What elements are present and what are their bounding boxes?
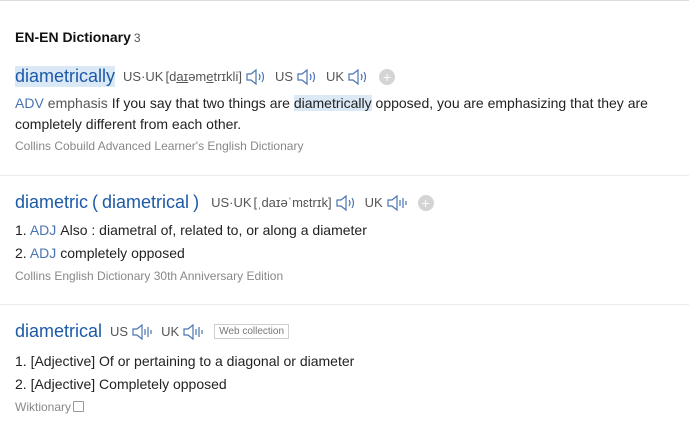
part-of-speech: ADJ	[29, 245, 57, 261]
pron-label-us: US	[274, 69, 294, 84]
entry-headline: diametrical US UK Web collection	[15, 321, 687, 342]
pron-label-uk: UK	[364, 195, 383, 210]
entry-divider	[0, 304, 689, 305]
source-link[interactable]: Wiktionary	[15, 400, 687, 414]
speaker-bars-icon-uk[interactable]	[182, 323, 204, 341]
result-count: 3	[133, 31, 141, 45]
pron-label-us-uk: US·UK	[211, 195, 252, 210]
entry-headline: diametrically US·UK [daɪəmetrɪkli] US UK…	[15, 66, 687, 87]
external-link-icon	[73, 401, 85, 412]
section-title-text: EN-EN Dictionary	[15, 29, 131, 45]
sense-item: 1. ADJ Also : diametral of, related to, o…	[15, 222, 367, 238]
phonetic: [daɪəmetrɪkli]	[165, 69, 242, 84]
section-title: EN-EN Dictionary 3	[15, 29, 141, 45]
entry-diametric: diametric ( diametrical ) US·UK [ˌdaɪəˈm…	[15, 192, 687, 283]
sense-list: 1. [Adjective] Of or pertaining to a dia…	[15, 350, 687, 396]
source-label: Collins Cobuild Advanced Learner's Engli…	[15, 139, 304, 153]
sense-item: 2. [Adjective] Completely opposed	[15, 376, 227, 392]
pron-label-uk: UK	[326, 69, 345, 84]
speaker-bars-icon-us[interactable]	[131, 323, 153, 341]
part-of-speech: ADV	[15, 95, 44, 111]
sense-list: 1. ADJ Also : diametral of, related to, o…	[15, 219, 687, 265]
source-label: Collins English Dictionary 30th Annivers…	[15, 269, 284, 283]
pron-label-us-uk: US·UK	[123, 69, 164, 84]
speaker-bars-icon-uk[interactable]	[386, 194, 408, 212]
headword-link[interactable]: diametrical	[15, 321, 102, 342]
pron-label-us: US	[110, 324, 129, 339]
speaker-icon-uk[interactable]	[347, 68, 369, 86]
highlighted-word: diametrically	[293, 95, 372, 111]
speaker-icon[interactable]	[245, 68, 267, 86]
entry-divider	[0, 175, 689, 176]
entry-diametrical: diametrical US UK Web collection 1. [Adj…	[15, 321, 687, 414]
part-of-speech: ADJ	[29, 222, 57, 238]
entry-headline: diametric ( diametrical ) US·UK [ˌdaɪəˈm…	[15, 192, 687, 213]
speaker-icon[interactable]	[335, 194, 357, 212]
entry-diametrically: diametrically US·UK [daɪəmetrɪkli] US UK…	[15, 66, 687, 153]
source-label: Wiktionary	[15, 400, 72, 414]
sense-item: 2. ADJ completely opposed	[15, 245, 185, 261]
web-collection-tag: Web collection	[214, 324, 290, 339]
sense-item: 1. [Adjective] Of or pertaining to a dia…	[15, 353, 355, 369]
usage-label: emphasis	[47, 95, 108, 111]
headword-link[interactable]: diametrically	[15, 66, 116, 87]
headword-link[interactable]: diametric	[15, 192, 88, 213]
speaker-icon-us[interactable]	[296, 68, 318, 86]
definition: ADV emphasis If you say that two things ar…	[15, 95, 648, 132]
add-to-wordbook-button[interactable]: +	[417, 194, 434, 211]
phonetic: [ˌdaɪəˈmɛtrɪk]	[253, 195, 332, 210]
top-divider	[0, 0, 689, 1]
alternate-form-link[interactable]: diametrical	[102, 192, 189, 213]
pron-label-uk: UK	[161, 324, 180, 339]
add-to-wordbook-button[interactable]: +	[379, 68, 396, 85]
